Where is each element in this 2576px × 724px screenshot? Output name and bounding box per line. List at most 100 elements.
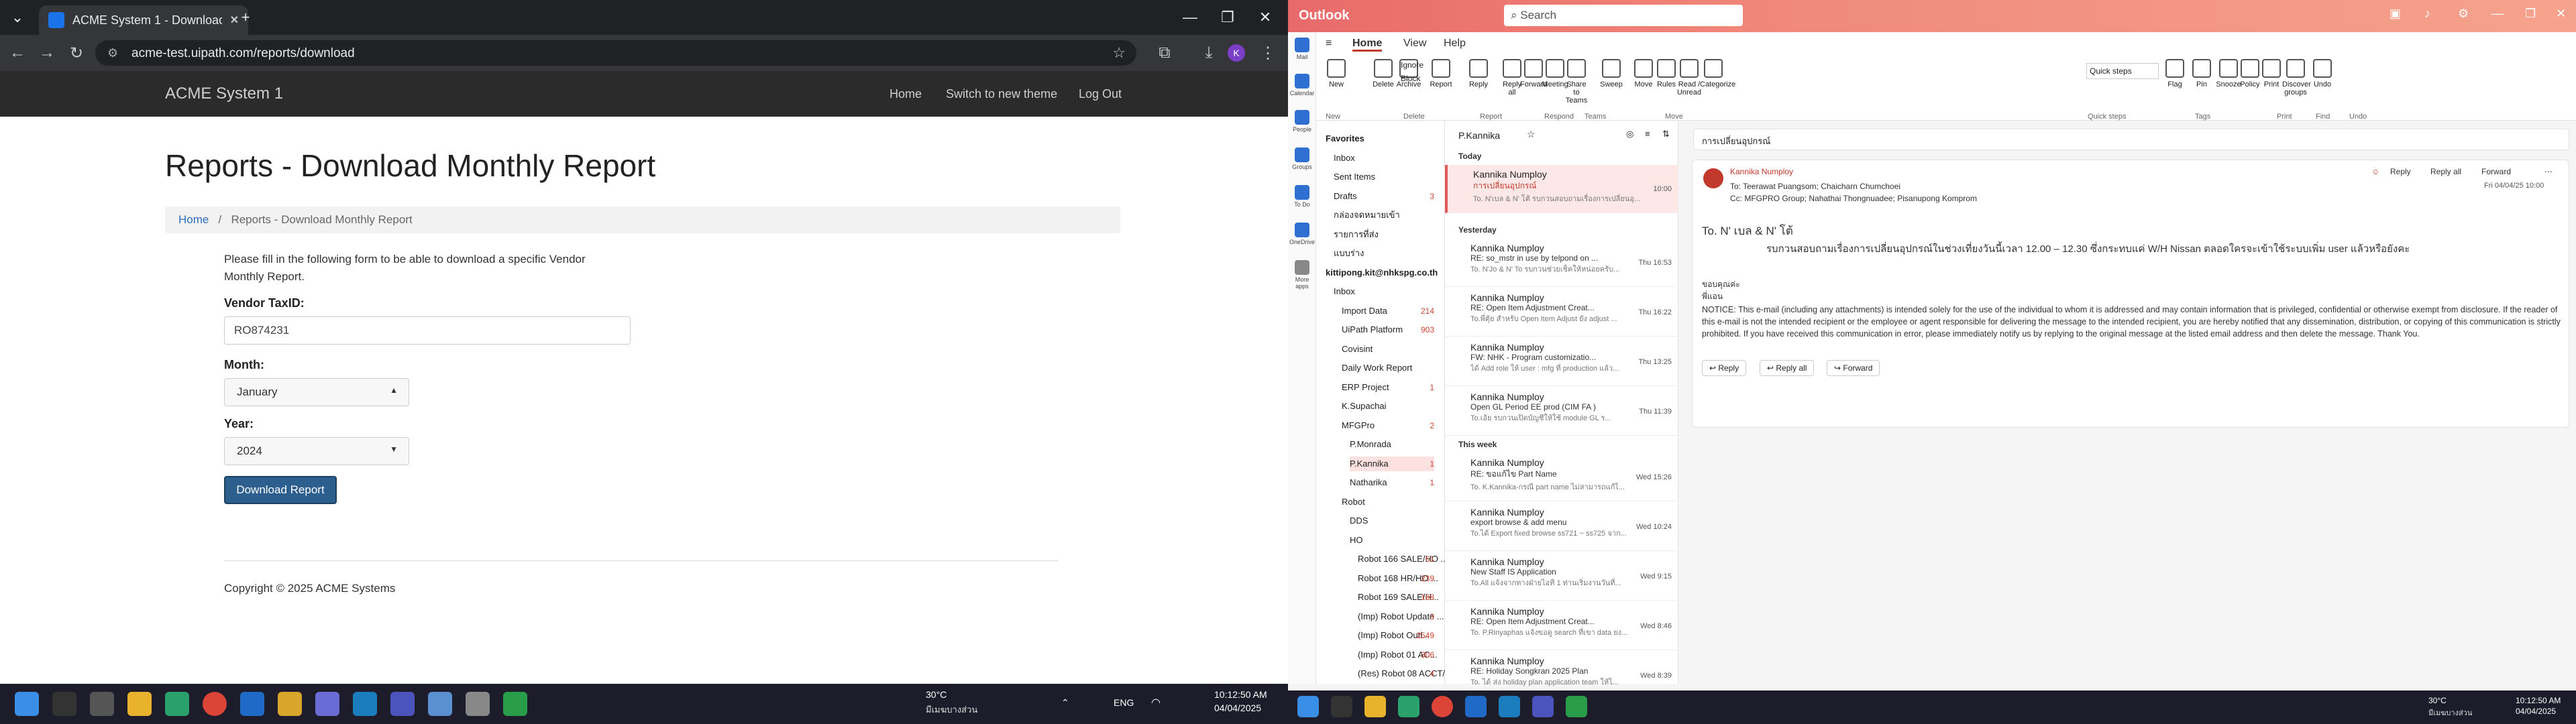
tab-help[interactable]: Help bbox=[1444, 38, 1466, 50]
chrome-icon[interactable] bbox=[1432, 696, 1453, 717]
ribbon-button[interactable]: Categorize bbox=[1700, 59, 1735, 88]
teams-icon[interactable] bbox=[1532, 696, 1554, 717]
folder-item[interactable]: Sent Items bbox=[1334, 170, 1434, 184]
avatar[interactable] bbox=[1703, 168, 1723, 188]
folder-item[interactable]: (Imp) Robot Update ... 3 bbox=[1358, 609, 1444, 624]
language-indicator[interactable]: ENG bbox=[1114, 697, 1134, 708]
folder-item[interactable]: แบบร่าง bbox=[1334, 246, 1434, 261]
rail-people[interactable]: People bbox=[1289, 110, 1315, 133]
ribbon-button[interactable]: Flag bbox=[2161, 59, 2188, 88]
edge-icon[interactable] bbox=[165, 692, 189, 716]
folder-item[interactable]: Drafts 3 bbox=[1334, 189, 1434, 204]
year-select[interactable]: 2024 ▼ bbox=[224, 437, 409, 465]
weather-temp[interactable]: 30°C bbox=[926, 689, 947, 700]
folder-item[interactable]: Robot 168 HR/HO ... 239 bbox=[1358, 571, 1438, 586]
minimize-icon[interactable]: — bbox=[2491, 7, 2504, 21]
folder-item[interactable]: P.Kannika 1 bbox=[1350, 456, 1434, 471]
notepad-icon[interactable] bbox=[428, 692, 452, 716]
uipath-assistant-icon[interactable] bbox=[503, 692, 527, 716]
message-item[interactable]: Kannika Numploy RE: Open Item Adjustment … bbox=[1445, 602, 1678, 650]
folder-item[interactable]: P.Monrada bbox=[1350, 437, 1434, 452]
folder-item[interactable]: HO bbox=[1350, 533, 1434, 548]
filter-icon[interactable]: ≡ bbox=[1645, 129, 1650, 139]
folder-item[interactable]: kittipong.kit@nhkspg.co.th bbox=[1326, 265, 1438, 280]
folder-item[interactable]: Inbox bbox=[1334, 151, 1434, 166]
search-icon[interactable] bbox=[52, 692, 76, 716]
folder-icon[interactable] bbox=[278, 692, 302, 716]
reply-all-button[interactable]: ↩ Reply all bbox=[1760, 360, 1815, 376]
uipath-studio-icon[interactable] bbox=[353, 692, 377, 716]
address-bar[interactable]: ⚙ acme-test.uipath.com/reports/download … bbox=[95, 40, 1136, 66]
nav-home[interactable]: Home bbox=[890, 87, 922, 101]
windows-start-icon[interactable] bbox=[1297, 696, 1319, 717]
folder-item[interactable]: Covisint bbox=[1342, 342, 1434, 357]
folder-item[interactable]: Inbox bbox=[1334, 284, 1434, 299]
close-icon[interactable]: ✕ bbox=[2556, 7, 2566, 21]
month-select[interactable]: January ▲ bbox=[224, 378, 409, 406]
close-window-button[interactable]: ✕ bbox=[1252, 5, 1279, 29]
app2-icon[interactable] bbox=[466, 692, 490, 716]
message-item[interactable]: Kannika Numploy New Staff IS Application T… bbox=[1445, 552, 1678, 601]
browser-tab[interactable]: ACME System 1 - Download M ✕ bbox=[39, 5, 248, 35]
maximize-button[interactable]: ❐ bbox=[1214, 5, 1241, 29]
chrome-menu-icon[interactable]: ⋮ bbox=[1257, 44, 1279, 63]
outlook-icon[interactable] bbox=[1465, 696, 1487, 717]
task-view-icon[interactable] bbox=[90, 692, 114, 716]
message-item[interactable]: Kannika Numploy RE: Open Item Adjustment … bbox=[1445, 288, 1678, 337]
chevron-up-icon[interactable]: ⌃ bbox=[1061, 697, 1069, 709]
site-info-icon[interactable]: ⚙ bbox=[107, 46, 118, 60]
folder-item[interactable]: Robot 166 SALE/HO ... 61 bbox=[1358, 552, 1448, 566]
clock-time[interactable]: 10:12:50 AM bbox=[1214, 689, 1267, 700]
reply-button-top[interactable]: Reply bbox=[2390, 167, 2411, 176]
ribbon-button[interactable]: Reply bbox=[1465, 59, 1492, 88]
reply-all-button-top[interactable]: Reply all bbox=[2430, 167, 2461, 176]
search-icon[interactable] bbox=[1331, 696, 1352, 717]
reply-button[interactable]: ↩ Reply bbox=[1702, 360, 1747, 376]
weather-temp[interactable]: 30°C bbox=[2428, 696, 2447, 705]
teams-chat-icon[interactable]: ▣ bbox=[2390, 7, 2401, 21]
ribbon-button[interactable]: Share to Teams bbox=[1563, 59, 1590, 105]
folder-item[interactable]: UiPath Platform 903 bbox=[1342, 322, 1434, 337]
folder-item[interactable]: Robot bbox=[1342, 495, 1434, 509]
rail-mail[interactable]: Mail bbox=[1289, 38, 1315, 60]
reload-icon[interactable]: ↻ bbox=[66, 44, 87, 63]
favorite-star-icon[interactable]: ☆ bbox=[1527, 129, 1536, 140]
folder-item[interactable]: ERP Project 1 bbox=[1342, 380, 1434, 395]
new-tab-icon[interactable]: + bbox=[232, 5, 259, 29]
tab-view[interactable]: View bbox=[1403, 38, 1426, 50]
folder-item[interactable]: Daily Work Report bbox=[1342, 361, 1434, 375]
minimize-button[interactable]: — bbox=[1177, 5, 1203, 29]
folder-item[interactable]: Robot 169 SALE/H... 168 bbox=[1358, 590, 1439, 605]
folder-item[interactable]: รายการที่ส่ง bbox=[1334, 227, 1434, 242]
tab-home[interactable]: Home bbox=[1352, 38, 1383, 52]
group-header[interactable]: Today bbox=[1458, 152, 1481, 161]
message-item[interactable]: Kannika Numploy การเปลี่ยนอุปกรณ์ To. N'เบ… bbox=[1445, 165, 1678, 213]
ribbon-button[interactable]: Delete bbox=[1370, 59, 1397, 88]
ribbon-button[interactable]: New bbox=[1323, 59, 1350, 88]
folder-item[interactable]: K.Supachai bbox=[1342, 399, 1434, 414]
breadcrumb-home[interactable]: Home bbox=[178, 213, 209, 226]
message-item[interactable]: Kannika Numploy RE: ขอแก้ไข Part Name To. … bbox=[1445, 453, 1678, 501]
bookmark-star-icon[interactable]: ☆ bbox=[1112, 44, 1126, 62]
sender-name[interactable]: Kannika Numploy bbox=[1730, 167, 1793, 176]
nav-logout[interactable]: Log Out bbox=[1079, 87, 1122, 101]
file-explorer-icon[interactable] bbox=[127, 692, 152, 716]
vendor-taxid-input[interactable]: RO874231 bbox=[224, 316, 631, 345]
edge-icon[interactable] bbox=[1398, 696, 1419, 717]
quick-steps-box[interactable]: Quick steps bbox=[2086, 63, 2159, 79]
cc-line[interactable]: Cc: MFGPRO Group; Nahathai Thongnuadee; … bbox=[1730, 194, 1977, 203]
app-icon[interactable] bbox=[315, 692, 339, 716]
folder-item[interactable]: กล่องจดหมายเข้า bbox=[1334, 208, 1434, 223]
ribbon-button[interactable]: Discover groups bbox=[2282, 59, 2311, 97]
tab-search-icon[interactable]: ⌄ bbox=[4, 5, 31, 29]
reaction-icon[interactable]: ☺ bbox=[2371, 167, 2379, 176]
more-icon[interactable]: ⋯ bbox=[2544, 167, 2553, 176]
maximize-icon[interactable]: ❐ bbox=[2525, 7, 2536, 21]
message-item[interactable]: Kannika Numploy FW: NHK - Program customi… bbox=[1445, 338, 1678, 386]
ribbon-button[interactable]: Sweep bbox=[1598, 59, 1625, 88]
select-icon[interactable]: ◎ bbox=[1626, 129, 1633, 139]
forward-button[interactable]: ↪ Forward bbox=[1827, 360, 1880, 376]
clock-time[interactable]: 10:12:50 AM bbox=[2516, 696, 2561, 705]
rail-calendar[interactable]: Calendar bbox=[1289, 74, 1315, 97]
ignore-button[interactable]: Ignore bbox=[1401, 60, 1424, 70]
